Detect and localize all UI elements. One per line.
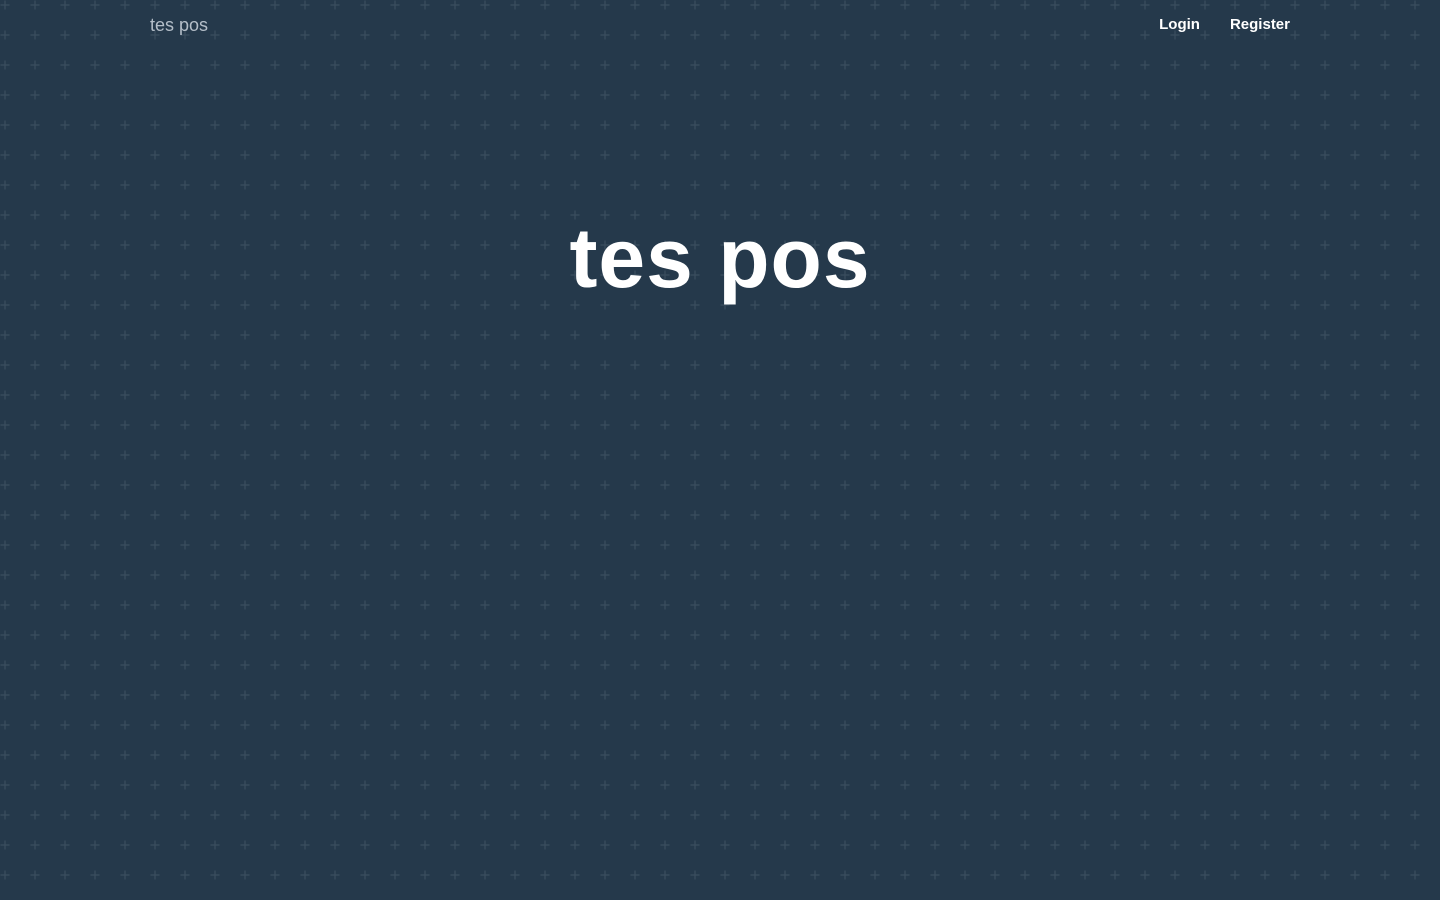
top-navbar: tes pos Login Register <box>0 0 1440 50</box>
login-link[interactable]: Login <box>1159 16 1200 34</box>
hero-section: tes pos <box>0 210 1440 306</box>
auth-nav: Login Register <box>1159 16 1290 34</box>
background-plus-pattern <box>0 0 1440 900</box>
brand-link[interactable]: tes pos <box>150 14 208 36</box>
register-link[interactable]: Register <box>1230 16 1290 34</box>
hero-title: tes pos <box>569 211 871 305</box>
